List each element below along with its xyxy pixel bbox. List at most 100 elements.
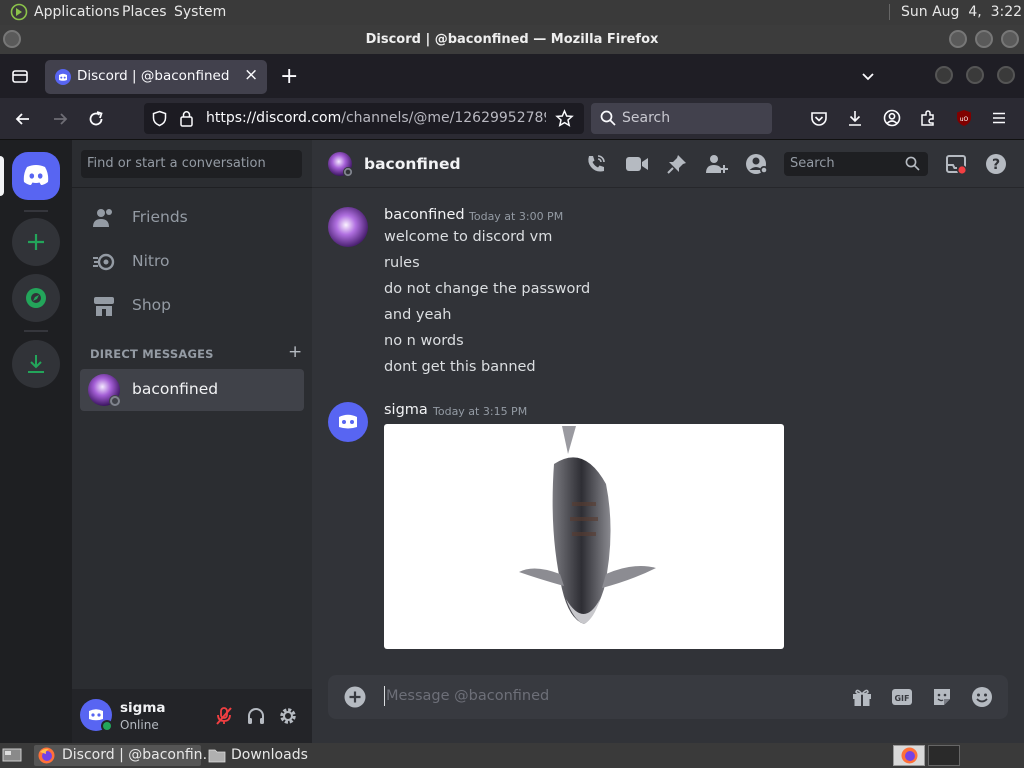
headphones-icon[interactable] bbox=[246, 706, 266, 726]
dm-item-baconfined[interactable]: baconfined bbox=[80, 369, 304, 411]
inbox-icon[interactable] bbox=[945, 153, 969, 177]
new-tab-icon[interactable]: + bbox=[280, 64, 298, 89]
ublock-icon[interactable]: uO bbox=[955, 109, 973, 127]
tab-close-icon[interactable]: × bbox=[244, 65, 258, 85]
dm-item-name: baconfined bbox=[132, 380, 219, 398]
show-desktop-icon[interactable] bbox=[2, 747, 22, 763]
message-line: no n words bbox=[384, 333, 464, 349]
nav-nitro[interactable]: Nitro bbox=[80, 241, 304, 283]
close-button[interactable] bbox=[1001, 30, 1019, 48]
pocket-icon[interactable] bbox=[810, 110, 828, 128]
active-indicator bbox=[0, 156, 4, 196]
url-path: /channels/@me/12629952789910… bbox=[341, 110, 546, 126]
tab-discord[interactable]: Discord | @baconfined × bbox=[45, 60, 267, 94]
channel-title: baconfined bbox=[364, 155, 461, 173]
ff-maximize-button[interactable] bbox=[966, 66, 984, 84]
rail-divider-2 bbox=[24, 330, 48, 332]
attach-plus-icon[interactable] bbox=[344, 686, 366, 708]
message-author[interactable]: sigma bbox=[384, 402, 428, 418]
svg-text:GIF: GIF bbox=[894, 694, 909, 703]
taskbar-item-label: Discord | @baconfin… bbox=[62, 747, 217, 763]
message-avatar-sigma[interactable] bbox=[328, 402, 368, 442]
browser-search-placeholder: Search bbox=[622, 110, 671, 126]
nav-friends-label: Friends bbox=[132, 208, 188, 226]
firefox-icon bbox=[38, 747, 55, 764]
workspace-2[interactable] bbox=[928, 745, 960, 766]
header-avatar bbox=[328, 152, 354, 178]
emoji-icon[interactable] bbox=[971, 686, 993, 708]
user-avatar[interactable] bbox=[80, 699, 114, 733]
taskbar-item-label: Downloads bbox=[231, 747, 308, 763]
rail-divider bbox=[24, 210, 48, 212]
bookmark-star-icon[interactable] bbox=[555, 109, 574, 128]
taskbar-item-firefox[interactable]: Discord | @baconfin… bbox=[34, 745, 217, 766]
nav-shop[interactable]: Shop bbox=[80, 285, 304, 327]
message-line: dont get this banned bbox=[384, 359, 536, 375]
list-all-tabs-icon[interactable] bbox=[860, 68, 876, 84]
discord-logo-icon bbox=[22, 164, 50, 186]
minimize-button[interactable] bbox=[949, 30, 967, 48]
forward-arrow-icon[interactable] bbox=[51, 110, 69, 128]
top-panel: Applications Places System Sun Aug 4, 3:… bbox=[0, 0, 1024, 25]
explore-servers-button[interactable] bbox=[12, 274, 60, 322]
user-panel: sigma Online bbox=[72, 689, 312, 743]
window-menu-button[interactable] bbox=[3, 30, 21, 48]
find-conversation-button[interactable]: Find or start a conversation bbox=[81, 150, 302, 178]
svg-text:?: ? bbox=[992, 157, 1000, 173]
gear-icon[interactable] bbox=[278, 706, 298, 726]
menu-applications[interactable]: Applications bbox=[34, 4, 120, 20]
menu-system[interactable]: System bbox=[174, 4, 226, 20]
message-author[interactable]: baconfined bbox=[384, 207, 465, 223]
chat-search-input[interactable]: Search bbox=[784, 152, 928, 176]
nitro-icon bbox=[92, 252, 116, 272]
reload-icon[interactable] bbox=[87, 110, 105, 128]
composer-placeholder: Message @baconfined bbox=[386, 688, 550, 704]
message-image-attachment[interactable] bbox=[384, 424, 784, 649]
microphone-muted-icon[interactable] bbox=[214, 706, 234, 726]
user-profile-icon[interactable] bbox=[745, 153, 769, 175]
ff-close-button[interactable] bbox=[997, 66, 1015, 84]
message-avatar-baconfined[interactable] bbox=[328, 207, 368, 247]
nav-nitro-label: Nitro bbox=[132, 252, 170, 270]
pin-icon[interactable] bbox=[666, 153, 688, 175]
video-call-icon[interactable] bbox=[625, 155, 649, 173]
back-arrow-icon[interactable] bbox=[14, 110, 32, 128]
nav-friends[interactable]: Friends bbox=[80, 197, 304, 239]
workspace-firefox-icon bbox=[901, 747, 918, 764]
downloads-icon[interactable] bbox=[846, 109, 864, 127]
window-title: Discord | @baconfined — Mozilla Firefox bbox=[365, 32, 659, 47]
message-composer[interactable]: Message @baconfined GIF bbox=[328, 675, 1008, 719]
add-friends-to-dm-icon[interactable] bbox=[705, 153, 729, 175]
account-icon[interactable] bbox=[883, 109, 901, 127]
discord-favicon-icon bbox=[55, 69, 71, 85]
url-text[interactable]: https://discord.com/channels/@me/1262995… bbox=[206, 110, 546, 126]
url-bar[interactable]: https://discord.com/channels/@me/1262995… bbox=[144, 103, 584, 134]
app-menu-icon[interactable] bbox=[10, 3, 28, 21]
ff-minimize-button[interactable] bbox=[935, 66, 953, 84]
lock-icon[interactable] bbox=[179, 110, 194, 127]
extensions-icon[interactable] bbox=[919, 109, 937, 127]
app-menu-hamburger-icon[interactable] bbox=[991, 110, 1007, 126]
browser-search-input[interactable]: Search bbox=[591, 103, 772, 134]
tracking-shield-icon[interactable] bbox=[151, 110, 168, 127]
taskbar-item-downloads[interactable]: Downloads bbox=[204, 745, 344, 766]
search-icon bbox=[600, 110, 616, 126]
maximize-button[interactable] bbox=[975, 30, 993, 48]
home-dm-button[interactable] bbox=[12, 152, 60, 200]
window-titlebar: Discord | @baconfined — Mozilla Firefox bbox=[0, 25, 1024, 54]
voice-call-icon[interactable] bbox=[585, 153, 607, 175]
nav-shop-label: Shop bbox=[132, 296, 171, 314]
help-icon[interactable]: ? bbox=[985, 153, 1007, 175]
add-server-button[interactable] bbox=[12, 218, 60, 266]
clock[interactable]: Sun Aug 4, 3:22 PM bbox=[901, 4, 1024, 20]
gif-icon[interactable]: GIF bbox=[891, 687, 913, 707]
workspace-switcher[interactable] bbox=[893, 745, 925, 766]
create-dm-plus-icon[interactable]: + bbox=[288, 342, 302, 362]
tab-list-icon[interactable] bbox=[11, 67, 29, 85]
message-timestamp: Today at 3:00 PM bbox=[469, 210, 564, 223]
sticker-icon[interactable] bbox=[931, 686, 953, 708]
download-apps-button[interactable] bbox=[12, 340, 60, 388]
gift-icon[interactable] bbox=[851, 686, 873, 708]
menu-places[interactable]: Places bbox=[122, 4, 167, 20]
panel-separator bbox=[889, 4, 890, 20]
